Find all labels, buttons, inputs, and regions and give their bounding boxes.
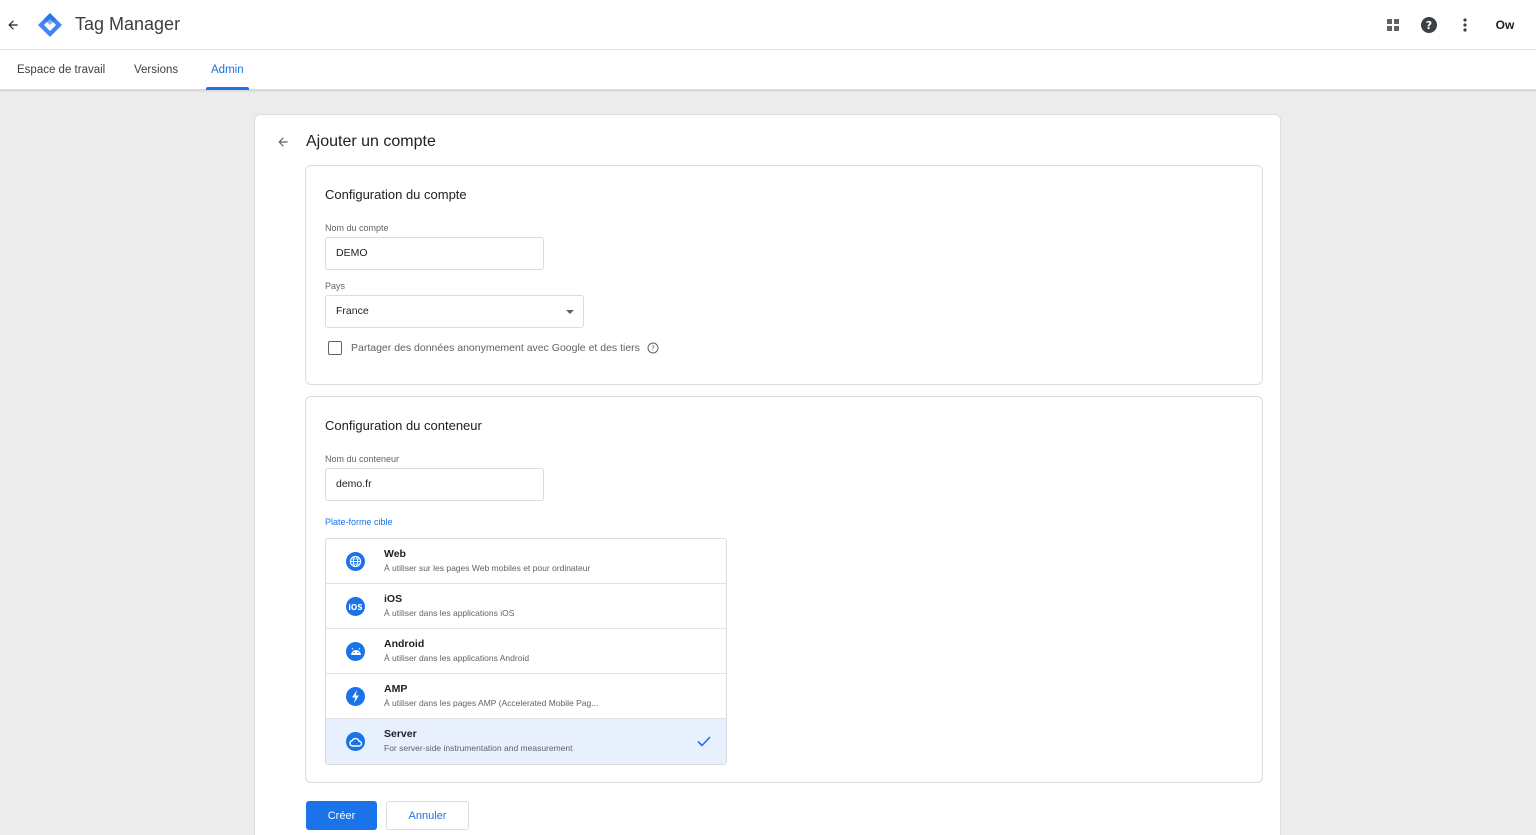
container-name-input[interactable]: demo.fr	[325, 468, 544, 501]
platform-desc: À utiliser dans les applications Android	[384, 653, 530, 663]
help-icon[interactable]: ?	[1418, 14, 1440, 36]
share-data-row: Partager des données anonymement avec Go…	[328, 340, 659, 356]
top-app-bar: Tag Manager ? Ow	[0, 0, 1536, 50]
section-title: Configuration du compte	[325, 187, 467, 202]
lightning-icon	[346, 687, 365, 706]
container-config-section: Configuration du conteneur Nom du conten…	[305, 396, 1263, 783]
cloud-icon	[346, 732, 365, 751]
platform-desc: À utiliser dans les pages AMP (Accelerat…	[384, 698, 599, 708]
platform-option-amp[interactable]: AMP À utiliser dans les pages AMP (Accel…	[326, 674, 726, 719]
page-title: Ajouter un compte	[306, 133, 436, 150]
account-avatar[interactable]: Ow	[1490, 18, 1520, 32]
share-data-checkbox[interactable]	[328, 341, 342, 355]
svg-text:?: ?	[1426, 19, 1432, 32]
platform-name: Android	[384, 638, 425, 650]
apps-grid-icon[interactable]	[1382, 14, 1404, 36]
section-title: Configuration du conteneur	[325, 418, 482, 433]
share-data-label: Partager des données anonymement avec Go…	[351, 342, 640, 354]
container-name-label: Nom du conteneur	[325, 454, 400, 464]
country-value: France	[336, 305, 369, 317]
app-title: Tag Manager	[75, 14, 181, 34]
platform-desc: À utiliser sur les pages Web mobiles et …	[384, 563, 591, 573]
ios-icon: iOS	[346, 597, 365, 616]
cancel-button[interactable]: Annuler	[386, 801, 469, 830]
platform-name: Web	[384, 548, 406, 560]
account-config-section: Configuration du compte Nom du compte DE…	[305, 165, 1263, 385]
svg-text:iOS: iOS	[348, 603, 362, 612]
tag-manager-logo-icon[interactable]	[36, 11, 64, 39]
arrow-back-icon[interactable]	[2, 14, 24, 36]
platform-desc: For server-side instrumentation and meas…	[384, 743, 573, 753]
platform-option-android[interactable]: Android À utiliser dans les applications…	[326, 629, 726, 674]
platform-option-web[interactable]: Web À utiliser sur les pages Web mobiles…	[326, 539, 726, 584]
country-label: Pays	[325, 281, 346, 291]
top-right-actions: ? Ow	[1382, 0, 1520, 50]
platform-desc: À utiliser dans les applications iOS	[384, 608, 515, 618]
create-button[interactable]: Créer	[306, 801, 377, 830]
more-vert-icon[interactable]	[1454, 14, 1476, 36]
platform-name: AMP	[384, 683, 408, 695]
tab-workspace[interactable]: Espace de travail	[17, 50, 105, 90]
checkmark-icon	[696, 734, 712, 748]
android-icon	[346, 642, 365, 661]
country-select[interactable]: France	[325, 295, 584, 328]
platform-list: Web À utiliser sur les pages Web mobiles…	[325, 538, 727, 765]
tab-admin[interactable]: Admin	[206, 50, 249, 90]
add-account-card: Ajouter un compte Configuration du compt…	[254, 114, 1281, 835]
svg-text:?: ?	[651, 345, 655, 353]
platform-option-ios[interactable]: iOS iOS À utiliser dans les applications…	[326, 584, 726, 629]
globe-icon	[346, 552, 365, 571]
platform-name: Server	[384, 728, 417, 740]
dropdown-arrow-icon	[566, 310, 574, 314]
card-back-arrow-icon[interactable]	[273, 132, 293, 152]
nav-tabs: Espace de travail Versions Admin	[0, 50, 1536, 90]
account-name-label: Nom du compte	[325, 223, 389, 233]
platform-label: Plate-forme cible	[325, 517, 393, 527]
tab-versions[interactable]: Versions	[134, 50, 178, 90]
platform-option-server[interactable]: Server For server-side instrumentation a…	[326, 719, 726, 764]
help-circle-icon[interactable]: ?	[647, 342, 659, 354]
platform-name: iOS	[384, 593, 403, 605]
account-name-input[interactable]: DEMO	[325, 237, 544, 270]
